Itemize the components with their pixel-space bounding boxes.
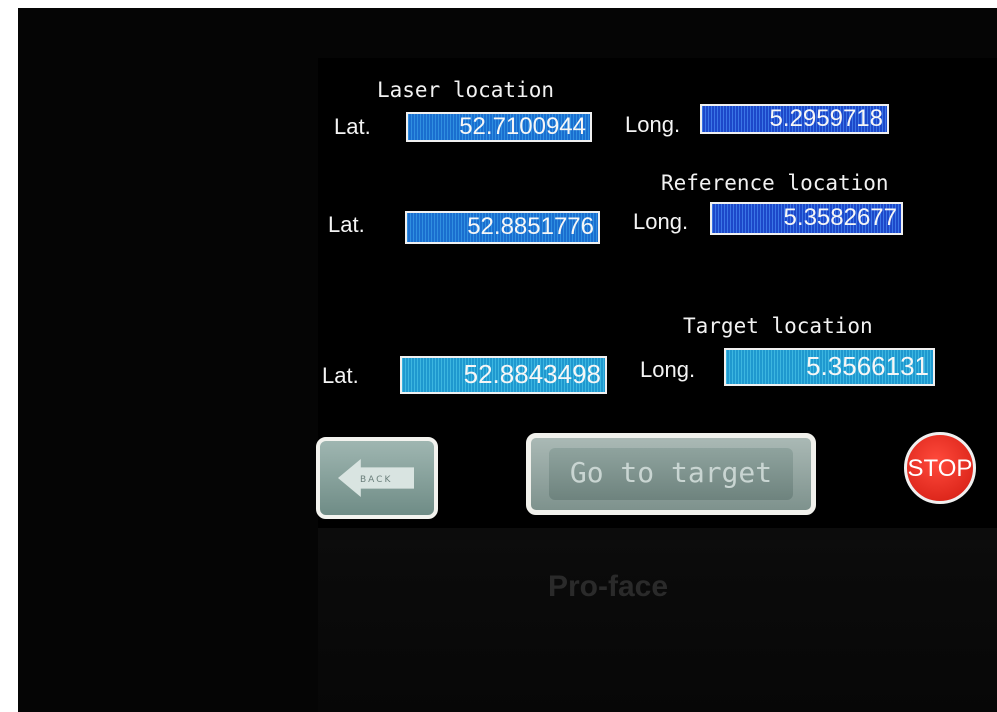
back-button[interactable]: BACK [316, 437, 438, 519]
reference-location-title: Reference location [661, 171, 889, 195]
laser-lat-field[interactable]: 52.7100944 [406, 112, 592, 142]
back-button-label: BACK [360, 475, 393, 485]
device-bezel [318, 528, 997, 712]
reference-long-field[interactable]: 5.3582677 [710, 202, 903, 235]
target-long-label: Long. [640, 357, 696, 382]
reference-lat-field[interactable]: 52.8851776 [405, 211, 600, 244]
target-location-title: Target location [683, 314, 873, 338]
target-long-field[interactable]: 5.3566131 [724, 348, 935, 386]
brand-logo: Pro-face [548, 570, 669, 603]
laser-long-field[interactable]: 5.2959718 [700, 104, 889, 134]
go-to-target-label: Go to target [569, 456, 773, 489]
stop-button[interactable]: STOP [904, 432, 976, 504]
laser-location-title: Laser location [377, 78, 555, 102]
target-lat-label: Lat. [322, 363, 359, 388]
stop-button-label: STOP [907, 455, 973, 482]
laser-lat-label: Lat. [334, 114, 371, 139]
reference-long-label: Long. [633, 209, 689, 234]
laser-long-label: Long. [625, 112, 681, 137]
reference-lat-label: Lat. [328, 212, 365, 237]
go-to-target-button[interactable]: Go to target [526, 433, 816, 515]
target-lat-field[interactable]: 52.8843498 [400, 356, 607, 394]
